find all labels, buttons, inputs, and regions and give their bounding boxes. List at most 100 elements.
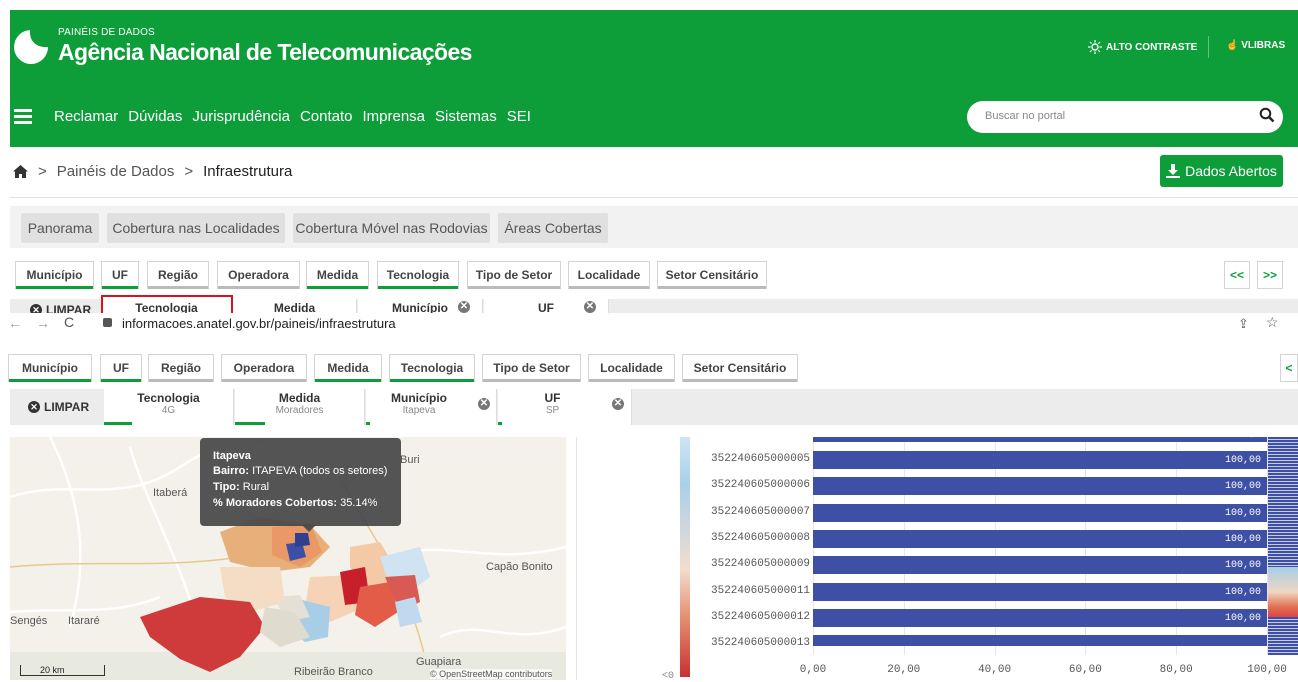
- bar[interactable]: [813, 503, 1267, 522]
- filter-tipo-setor[interactable]: Tipo de Setor: [482, 354, 581, 382]
- selection-medida[interactable]: Medida Moradores: [235, 389, 365, 425]
- tab-cobertura-localidades[interactable]: Cobertura nas Localidades: [107, 213, 285, 243]
- chart-scroll-overview[interactable]: [1268, 437, 1298, 655]
- menu-item-reclamar[interactable]: Reclamar: [54, 108, 118, 125]
- breadcrumb: > Painéis de Dados > Infraestrutura: [13, 163, 292, 180]
- x-tick-label: 80,00: [1159, 664, 1193, 676]
- filter-municipio[interactable]: Município: [15, 261, 94, 289]
- breadcrumb-separator: >: [38, 163, 47, 180]
- dados-abertos-button[interactable]: Dados Abertos: [1160, 155, 1283, 187]
- filter-tecnologia[interactable]: Tecnologia: [377, 261, 459, 289]
- site-title[interactable]: Agência Nacional de Telecomunicações: [58, 39, 472, 66]
- selection-uf[interactable]: UF SP ✕: [498, 389, 632, 425]
- bar[interactable]: [813, 451, 1267, 469]
- lock-icon: [103, 318, 112, 327]
- x-tick-label: 40,00: [978, 664, 1012, 676]
- selection-medida[interactable]: Medida: [233, 299, 357, 315]
- chart-scroll-overview-colors: [1268, 567, 1298, 617]
- selection-municipio[interactable]: Município ✕: [358, 299, 483, 315]
- bar[interactable]: [813, 477, 1267, 496]
- share-icon[interactable]: ⇪: [1238, 316, 1249, 332]
- map-attribution[interactable]: © OpenStreetMap contributors: [430, 669, 553, 679]
- selection-uf[interactable]: UF ✕: [484, 299, 609, 315]
- x-tick-label: 60,00: [1068, 664, 1102, 676]
- close-circle-icon[interactable]: ✕: [612, 398, 624, 410]
- bar-value-label: 100,00: [1224, 586, 1261, 598]
- main-menu: Reclamar Dúvidas Jurisprudência Contato …: [54, 108, 541, 125]
- vlibras-button[interactable]: ☝ VLIBRAS: [1226, 40, 1285, 51]
- reload-icon[interactable]: C: [64, 314, 74, 330]
- close-circle-icon[interactable]: ✕: [478, 398, 490, 410]
- download-icon: [1166, 164, 1181, 178]
- clear-selections-button[interactable]: ✕ LIMPAR: [28, 400, 89, 414]
- menu-item-sei[interactable]: SEI: [507, 108, 531, 125]
- breadcrumb-paineis[interactable]: Painéis de Dados: [57, 163, 175, 180]
- prev-button[interactable]: <: [1280, 354, 1298, 382]
- filter-uf[interactable]: UF: [100, 354, 142, 382]
- high-contrast-label: ALTO CONTRASTE: [1106, 41, 1198, 53]
- menu-item-duvidas[interactable]: Dúvidas: [128, 108, 182, 125]
- filter-operadora[interactable]: Operadora: [221, 354, 307, 382]
- filter-medida[interactable]: Medida: [314, 354, 382, 382]
- star-icon[interactable]: ☆: [1266, 314, 1279, 331]
- x-tick-label: 100,00: [1247, 664, 1287, 676]
- map-label-capao-bonito: Capão Bonito: [486, 561, 553, 573]
- tooltip-pointer: [302, 525, 316, 532]
- filter-uf[interactable]: UF: [101, 261, 139, 289]
- bar[interactable]: [813, 608, 1267, 627]
- bar-value-label: 100,00: [1237, 431, 1263, 439]
- tab-areas-cobertas[interactable]: Áreas Cobertas: [498, 213, 608, 243]
- map-label-ribeirao-branco: Ribeirão Branco: [294, 666, 373, 678]
- bar-value-label: 100,00: [1224, 455, 1261, 466]
- bar[interactable]: [813, 437, 1267, 442]
- map-label-itarare: Itararé: [68, 615, 100, 627]
- filter-setor-censitario[interactable]: Setor Censitário: [657, 261, 767, 289]
- menu-item-contato[interactable]: Contato: [300, 108, 353, 125]
- filter-tecnologia[interactable]: Tecnologia: [389, 354, 475, 382]
- filter-regiao[interactable]: Região: [148, 354, 214, 382]
- filter-localidade[interactable]: Localidade: [588, 354, 675, 382]
- search-placeholder: Buscar no portal: [985, 110, 1066, 122]
- close-circle-icon: ✕: [458, 301, 470, 313]
- url-field[interactable]: informacoes.anatel.gov.br/paineis/infrae…: [122, 316, 396, 331]
- next-button[interactable]: >>: [1257, 261, 1283, 289]
- vlibras-label: VLIBRAS: [1241, 40, 1286, 51]
- search-icon[interactable]: [1259, 107, 1275, 123]
- bar-value-label: 100,00: [1224, 507, 1261, 519]
- filter-municipio[interactable]: Município: [8, 354, 92, 382]
- filter-medida[interactable]: Medida: [306, 261, 369, 289]
- filter-tipo-setor[interactable]: Tipo de Setor: [467, 261, 561, 289]
- forward-arrow-icon[interactable]: →: [36, 315, 50, 331]
- back-arrow-icon[interactable]: ←: [8, 315, 22, 331]
- selection-municipio[interactable]: Município Itapeva ✕: [366, 389, 497, 425]
- bar[interactable]: [813, 635, 1267, 647]
- filter-localidade[interactable]: Localidade: [568, 261, 650, 289]
- menu-item-sistemas[interactable]: Sistemas: [435, 108, 497, 125]
- filter-regiao[interactable]: Região: [147, 261, 209, 289]
- filter-setor-censitario[interactable]: Setor Censitário: [682, 354, 798, 382]
- category-label: 352240605000013: [711, 637, 811, 650]
- prev-button[interactable]: <<: [1224, 261, 1250, 289]
- bar[interactable]: [813, 582, 1267, 601]
- selection-tecnologia[interactable]: Tecnologia 4G: [104, 389, 234, 425]
- bar[interactable]: [813, 529, 1267, 548]
- filter-operadora[interactable]: Operadora: [217, 261, 300, 289]
- tab-panorama[interactable]: Panorama: [21, 213, 99, 243]
- menu-item-imprensa[interactable]: Imprensa: [363, 108, 426, 125]
- bar[interactable]: [813, 556, 1267, 575]
- logo-subtitle: PAINÉIS DE DADOS: [58, 27, 155, 38]
- x-tick-label: 0,00: [799, 664, 827, 676]
- sun-icon: [1088, 40, 1102, 54]
- category-label: 352240605000008: [711, 531, 811, 544]
- bar-value-label: 100,00: [1224, 560, 1261, 572]
- breadcrumb-separator: >: [184, 163, 194, 180]
- bar-value-label: 100,00: [1224, 612, 1261, 624]
- hamburger-menu-icon[interactable]: [14, 109, 32, 124]
- high-contrast-button[interactable]: ALTO CONTRASTE: [1088, 40, 1197, 54]
- header-divider: [1208, 36, 1209, 58]
- bar-value-label: 100,00: [1224, 481, 1261, 493]
- bar-chart[interactable]: 0,00 20,00 40,00 60,00 80,00 100,00 100,00 3522…: [700, 431, 1298, 680]
- menu-item-jurisprudencia[interactable]: Jurisprudência: [192, 108, 290, 125]
- home-icon[interactable]: [13, 165, 28, 178]
- tab-cobertura-rodovias[interactable]: Cobertura Móvel nas Rodovias: [293, 213, 490, 243]
